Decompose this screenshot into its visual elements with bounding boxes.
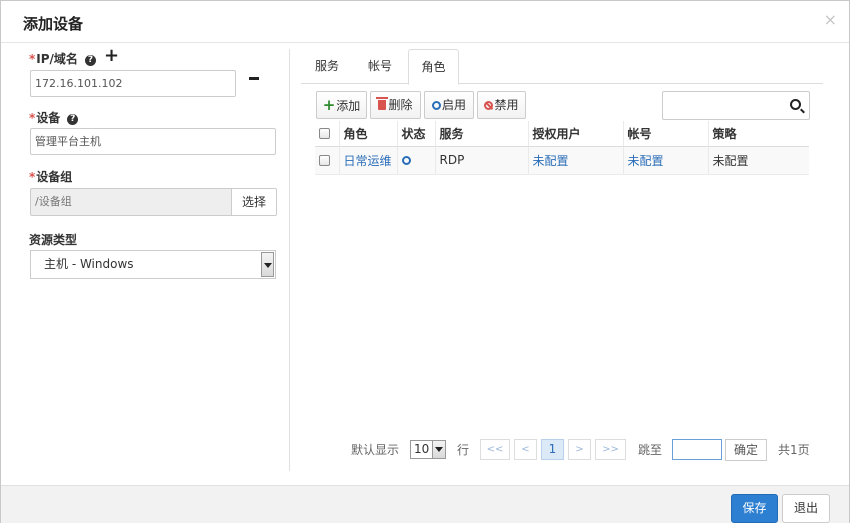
close-icon[interactable]: × — [824, 10, 837, 29]
role-cell: 日常运维 — [339, 146, 398, 175]
chevron-down-icon[interactable] — [261, 252, 274, 277]
status-cell — [397, 146, 436, 175]
save-button[interactable]: 保存 — [731, 494, 778, 523]
account-cell: 未配置 — [623, 146, 709, 175]
search-input[interactable] — [662, 91, 810, 120]
circle-icon — [431, 101, 441, 110]
table-row: 日常运维 RDP 未配置 未配置 未配置 — [315, 146, 809, 175]
help-icon[interactable]: ? — [67, 114, 79, 125]
exit-button[interactable]: 退出 — [782, 494, 830, 523]
select-all-checkbox[interactable] — [319, 128, 330, 140]
ip-label-text: IP/域名 — [36, 52, 78, 66]
current-page[interactable]: 1 — [541, 439, 564, 460]
vertical-divider — [289, 49, 290, 471]
page-size-value: 10 — [414, 442, 430, 456]
service-cell: RDP — [435, 146, 529, 175]
add-device-dialog: 添加设备 × *IP/域名? + 172.16.101.102 *设备? 管理平… — [0, 0, 850, 523]
required-mark: * — [29, 170, 36, 184]
col-account[interactable]: 帐号 — [623, 121, 709, 147]
default-show-label: 默认显示 — [351, 443, 400, 457]
role-link[interactable]: 日常运维 — [344, 154, 392, 168]
auth-user-link[interactable]: 未配置 — [533, 154, 569, 168]
next-page-button[interactable]: > — [568, 439, 591, 460]
device-input[interactable]: 管理平台主机 — [30, 128, 276, 155]
col-auth-user[interactable]: 授权用户 — [528, 121, 624, 147]
policy-cell: 未配置 — [708, 146, 809, 175]
last-page-button[interactable]: >> — [595, 439, 626, 460]
account-link[interactable]: 未配置 — [628, 154, 664, 168]
delete-label: 删除 — [388, 98, 413, 112]
tab-bar: 服务 帐号 角色 — [301, 49, 823, 85]
required-mark: * — [29, 111, 36, 125]
role-table: 角色 状态 服务 授权用户 帐号 策略 日常运维 RDP 未配置 未配置 未配置 — [315, 121, 809, 175]
first-page-button[interactable]: << — [480, 439, 510, 460]
group-label: *设备组 — [29, 168, 72, 185]
select-all-cell — [315, 121, 340, 147]
required-mark: * — [29, 52, 36, 66]
help-icon[interactable]: ? — [84, 55, 96, 66]
enable-button[interactable]: 启用 — [424, 91, 474, 119]
resource-type-select[interactable]: 主机 - Windows — [30, 250, 276, 279]
ban-icon — [484, 101, 494, 110]
status-enabled-icon — [401, 156, 411, 165]
resource-type-label: 资源类型 — [29, 233, 78, 247]
resource-type-value: 主机 - Windows — [44, 257, 134, 271]
group-label-text: 设备组 — [36, 170, 73, 184]
tab-account[interactable]: 帐号 — [360, 49, 400, 84]
col-role[interactable]: 角色 — [339, 121, 398, 147]
delete-button[interactable]: 删除 — [370, 91, 421, 119]
dialog-title: 添加设备 — [23, 15, 84, 33]
col-policy[interactable]: 策略 — [708, 121, 809, 147]
disable-button[interactable]: 禁用 — [477, 91, 526, 119]
remove-ip-icon[interactable] — [249, 77, 259, 80]
plus-icon: + — [322, 96, 336, 114]
add-label: 添加 — [336, 99, 361, 113]
dialog-footer — [1, 485, 849, 523]
tab-role[interactable]: 角色 — [408, 49, 459, 85]
ip-input[interactable]: 172.16.101.102 — [30, 70, 236, 97]
goto-confirm-button[interactable]: 确定 — [725, 439, 767, 461]
goto-label: 跳至 — [638, 443, 663, 457]
tab-service[interactable]: 服务 — [307, 49, 347, 84]
dialog-header: 添加设备 × — [1, 1, 849, 43]
add-button[interactable]: +添加 — [316, 91, 367, 119]
select-group-button[interactable]: 选择 — [231, 188, 277, 216]
chevron-down-icon[interactable] — [432, 441, 445, 458]
group-input: /设备组 — [30, 188, 232, 216]
col-service[interactable]: 服务 — [435, 121, 529, 147]
goto-page-input[interactable] — [672, 439, 722, 460]
add-ip-icon[interactable]: + — [104, 47, 119, 65]
total-pages: 共1页 — [778, 443, 810, 457]
trash-icon — [376, 97, 389, 110]
disable-label: 禁用 — [494, 98, 519, 112]
auth-user-cell: 未配置 — [528, 146, 624, 175]
page-size-select[interactable]: 10 — [410, 440, 446, 459]
device-label: *设备? — [29, 109, 79, 126]
table-header-row: 角色 状态 服务 授权用户 帐号 策略 — [315, 121, 809, 147]
enable-label: 启用 — [441, 98, 466, 112]
prev-page-button[interactable]: < — [514, 439, 537, 460]
ip-label: *IP/域名? — [29, 50, 96, 67]
row-select-cell — [315, 146, 340, 175]
col-status[interactable]: 状态 — [397, 121, 436, 147]
row-checkbox[interactable] — [319, 155, 330, 166]
search-icon[interactable] — [790, 99, 801, 110]
rows-label: 行 — [457, 443, 470, 457]
device-label-text: 设备 — [36, 111, 61, 125]
